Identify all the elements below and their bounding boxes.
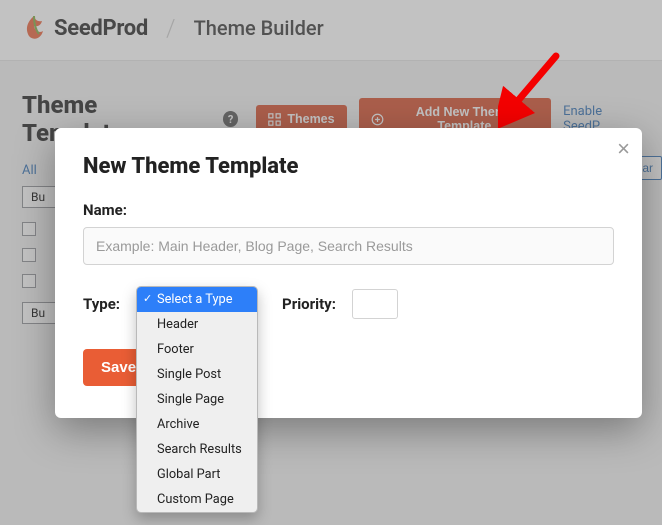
modal-title: New Theme Template	[83, 154, 614, 179]
name-input[interactable]	[83, 227, 614, 265]
name-label: Name:	[83, 201, 614, 219]
type-option-select[interactable]: Select a Type	[137, 287, 257, 312]
priority-label: Priority:	[282, 295, 336, 313]
type-option-single-post[interactable]: Single Post	[137, 362, 257, 387]
type-option-header[interactable]: Header	[137, 312, 257, 337]
type-option-global-part[interactable]: Global Part	[137, 462, 257, 487]
type-option-single-page[interactable]: Single Page	[137, 387, 257, 412]
type-option-search-results[interactable]: Search Results	[137, 437, 257, 462]
type-option-custom-page[interactable]: Custom Page	[137, 487, 257, 512]
new-template-modal: × New Theme Template Name: Type: Select …	[55, 128, 642, 418]
type-label: Type:	[83, 295, 120, 313]
priority-input[interactable]	[352, 289, 398, 319]
type-dropdown: Select a Type Header Footer Single Post …	[136, 286, 258, 513]
close-icon[interactable]: ×	[617, 136, 630, 162]
type-option-archive[interactable]: Archive	[137, 412, 257, 437]
type-option-footer[interactable]: Footer	[137, 337, 257, 362]
